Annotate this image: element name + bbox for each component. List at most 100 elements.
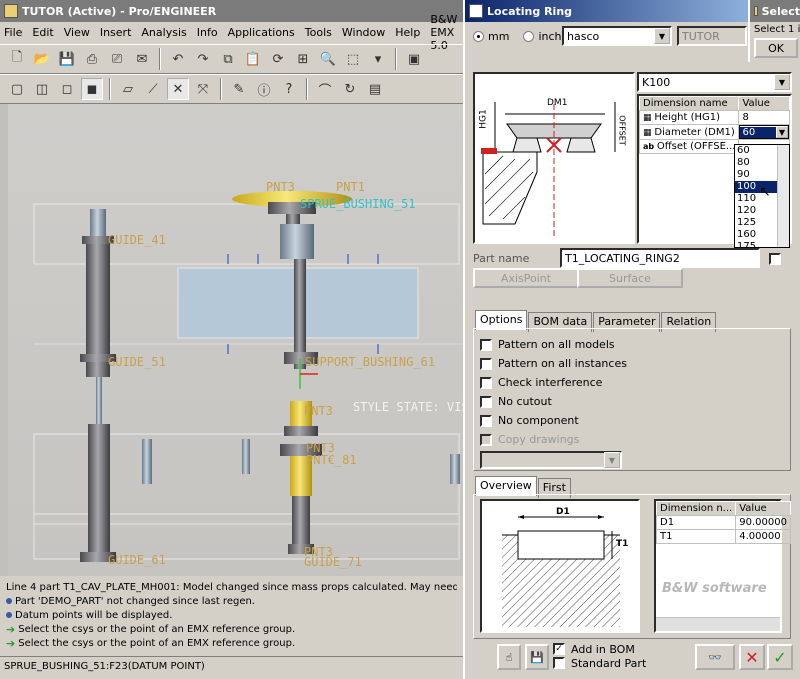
open-folder-icon[interactable]: 📂 — [31, 48, 53, 70]
message-text: Datum points will be displayed. — [15, 609, 173, 621]
sketch-icon[interactable]: ✎ — [228, 78, 250, 100]
pick-point-button[interactable]: ☝ — [497, 644, 521, 670]
ok-button[interactable]: ✓ — [767, 644, 793, 670]
tab-overview[interactable]: Overview — [475, 476, 537, 496]
layer-icon[interactable]: ▤ — [364, 78, 386, 100]
regenerate-icon[interactable]: ⟳ — [267, 48, 289, 70]
cancel-button[interactable]: ✕ — [739, 644, 765, 670]
datum-label-pnt3-top[interactable]: PNT3 — [266, 180, 295, 194]
datum-label-support-bushing[interactable]: SUPPORT_BUSHING_61 — [305, 355, 435, 369]
datum-label-guide41[interactable]: GUIDE_41 — [108, 233, 166, 247]
dimension-row[interactable]: ▦ Height (HG1) 8 — [638, 110, 790, 125]
menu-info[interactable]: Info — [197, 26, 218, 39]
chevron-down-icon[interactable]: ▼ — [604, 452, 620, 468]
model-tree-icon[interactable]: ⊞ — [292, 48, 314, 70]
checkbox[interactable] — [480, 414, 492, 427]
checkbox[interactable] — [480, 395, 492, 408]
chevron-down-icon[interactable]: ▼ — [776, 126, 788, 138]
unit-radio-group: mm inch — [473, 28, 562, 44]
datum-planes-icon[interactable]: ▱ — [117, 78, 139, 100]
unit-inch-radio[interactable] — [523, 30, 535, 42]
redo-icon[interactable]: ↷ — [192, 48, 214, 70]
save-config-button[interactable]: 💾 — [525, 644, 549, 670]
menu-view[interactable]: View — [64, 26, 90, 39]
dimension-value[interactable]: 8 — [738, 110, 790, 125]
info-icon[interactable]: ⓘ — [253, 78, 275, 100]
menu-tools[interactable]: Tools — [305, 26, 332, 39]
option-no-component[interactable]: No component — [480, 411, 784, 430]
menu-edit[interactable]: Edit — [32, 26, 53, 39]
surface-button[interactable]: Surface — [577, 268, 683, 288]
datum-axes-icon[interactable]: ⟋ — [142, 78, 164, 100]
table-row[interactable]: D1 90.00000 — [655, 515, 791, 530]
option-copy-drawings[interactable]: Copy drawings — [480, 430, 784, 449]
model-viewport[interactable]: PNT3 PNT1 SPRUE_BUSHING_51 GUIDE_41 GUID… — [0, 104, 463, 576]
option-pattern-all-models[interactable]: Pattern on all models — [480, 335, 784, 354]
datum-label-guide61[interactable]: GUIDE_61 — [108, 553, 166, 567]
datum-label-guide71[interactable]: GUIDE_71 — [304, 555, 362, 569]
datum-label-pnt1[interactable]: PNT1 — [336, 180, 365, 194]
axispoint-button[interactable]: AxisPoint — [473, 268, 579, 288]
dimension-row[interactable]: ▦ Diameter (DM1) 60 ▼ — [638, 124, 790, 140]
part-name-input[interactable]: T1_LOCATING_RING2 — [560, 248, 760, 268]
paste-icon[interactable]: 📋 — [242, 48, 264, 70]
shading-icon[interactable]: ◼ — [81, 78, 103, 100]
option-pattern-all-instances[interactable]: Pattern on all instances — [480, 354, 784, 373]
select-dropdown-icon[interactable]: ▾ — [367, 48, 389, 70]
email-icon[interactable]: ✉ — [131, 48, 153, 70]
wireframe-icon[interactable]: ▢ — [6, 78, 28, 100]
preview-button[interactable]: 👓 — [695, 644, 735, 670]
hidden-line-icon[interactable]: ◫ — [31, 78, 53, 100]
select-box-icon[interactable]: ⬚ — [342, 48, 364, 70]
datum-points-icon[interactable]: ✕ — [167, 78, 189, 100]
option-no-cutout[interactable]: No cutout — [480, 392, 784, 411]
tab-options[interactable]: Options — [475, 310, 528, 330]
unit-mm-radio[interactable] — [473, 30, 484, 42]
window-icon[interactable]: ▣ — [403, 48, 425, 70]
standard-part-checkbox[interactable]: Standard Part — [553, 656, 646, 670]
option-check-interference[interactable]: Check interference — [480, 373, 784, 392]
menu-window[interactable]: Window — [342, 26, 385, 39]
datum-label-pnte81[interactable]: PNT€_81 — [306, 453, 357, 467]
diameter-combo-value[interactable]: 60 — [740, 126, 776, 138]
checkbox[interactable] — [480, 357, 492, 370]
context-help-icon[interactable]: ? — [278, 78, 300, 100]
print-preview-icon[interactable]: ⎚ — [106, 48, 128, 70]
add-in-bom-checkbox[interactable]: ✓ Add in BOM — [553, 642, 635, 656]
part-name-checkbox[interactable] — [769, 252, 781, 265]
menu-help[interactable]: Help — [395, 26, 420, 39]
overview-t1-label: T1 — [616, 539, 629, 549]
find-icon[interactable]: 🔍 — [317, 48, 339, 70]
dropdown-scrollbar[interactable] — [777, 145, 789, 247]
horizontal-scrollbar[interactable] — [656, 617, 780, 631]
print-icon[interactable]: ⎙ — [81, 48, 103, 70]
csys-icon[interactable]: ⤧ — [192, 78, 214, 100]
datum-label-guide51[interactable]: GUIDE_51 — [108, 355, 166, 369]
type-select[interactable]: K100 ▼ — [637, 72, 792, 92]
save-icon[interactable]: 💾 — [56, 48, 78, 70]
checkbox[interactable] — [480, 433, 492, 446]
datum-label-pnt3-mid[interactable]: PNT3 — [304, 404, 333, 418]
datum-label-sprue-bushing[interactable]: SPRUE_BUSHING_51 — [300, 197, 416, 211]
checkbox-checked[interactable]: ✓ — [553, 643, 565, 655]
new-file-icon[interactable]: 🗋 — [6, 48, 28, 70]
menu-applications[interactable]: Applications — [228, 26, 295, 39]
chevron-down-icon[interactable]: ▼ — [774, 74, 790, 90]
drawings-select[interactable]: ▼ — [480, 451, 622, 469]
cursor-pick-icon: ☝ — [505, 650, 513, 664]
table-row[interactable]: T1 4.00000 — [655, 529, 791, 544]
select-ok-button[interactable]: OK — [754, 38, 798, 58]
copy-icon[interactable]: ⧉ — [217, 48, 239, 70]
chevron-down-icon[interactable]: ▼ — [654, 28, 670, 44]
curve-icon[interactable]: ⌒ — [314, 78, 336, 100]
checkbox[interactable] — [480, 338, 492, 351]
supplier-select[interactable]: hasco ▼ — [562, 26, 672, 46]
spin-icon[interactable]: ↻ — [339, 78, 361, 100]
menu-file[interactable]: File — [4, 26, 22, 39]
checkbox[interactable] — [480, 376, 492, 389]
menu-insert[interactable]: Insert — [100, 26, 132, 39]
undo-icon[interactable]: ↶ — [167, 48, 189, 70]
menu-analysis[interactable]: Analysis — [141, 26, 186, 39]
checkbox[interactable] — [553, 657, 565, 669]
no-hidden-icon[interactable]: ◻ — [56, 78, 78, 100]
